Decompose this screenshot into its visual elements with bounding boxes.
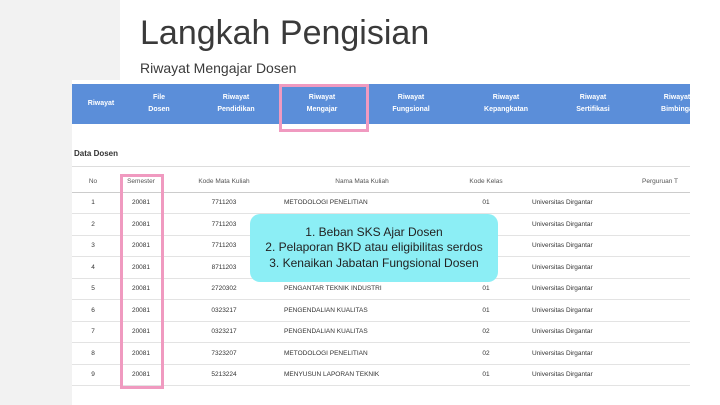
cell-extra	[638, 213, 690, 236]
col-header-kode-kelas: Kode Kelas	[444, 172, 528, 193]
cell-kode-mk: 7323207	[168, 342, 280, 365]
table-row: 8 20081 7323207 METODOLOGI PENELITIAN 02 Univ…	[72, 342, 690, 365]
cell-nama-mk: PENGENDALIAN KUALITAS	[280, 299, 444, 322]
cell-extra	[638, 192, 690, 214]
cell-no: 9	[72, 364, 114, 386]
nav-item-pendidikan[interactable]: Riwayat Pendidikan	[206, 84, 266, 124]
callout-line-3: 3. Kenaikan Jabatan Fungsional Dosen	[269, 255, 479, 270]
cell-perguruan: Universitas Dirgantar	[528, 364, 638, 386]
cell-kode-kelas: 01	[444, 299, 528, 322]
cell-extra	[638, 235, 690, 257]
cell-kode-mk: 0323217	[168, 321, 280, 343]
cell-no: 1	[72, 192, 114, 214]
top-nav-bar: Riwayat File Dosen Riwayat Pendidikan Ri…	[72, 84, 690, 124]
cell-extra	[638, 278, 690, 300]
cell-extra	[638, 321, 690, 343]
table-row: 9 20081 5213224 MENYUSUN LAPORAN TEKNIK 01 Un…	[72, 364, 690, 386]
cell-extra	[638, 256, 690, 279]
cell-kode-mk: 5213224	[168, 364, 280, 386]
table-row: 1 20081 7711203 METODOLOGI PENELITIAN 01 Univ…	[72, 192, 690, 214]
cell-perguruan: Universitas Dirgantar	[528, 321, 638, 343]
nav-item-label: Riwayat	[222, 94, 250, 102]
nav-item-label: File	[152, 94, 166, 102]
cell-no: 6	[72, 299, 114, 322]
section-divider	[72, 166, 690, 167]
nav-item-label-2: Fungsional	[392, 106, 430, 113]
callout-line-1: 1. Beban SKS Ajar Dosen	[305, 224, 443, 239]
table-row: 6 20081 0323217 PENGENDALIAN KUALITAS 01 Univ…	[72, 299, 690, 322]
nav-item-label-2: Dosen	[148, 106, 170, 113]
nav-item-label-2: Sertifikasi	[576, 106, 610, 113]
col-header-no: No	[72, 172, 114, 193]
col-header-nama-mk: Nama Mata Kuliah	[280, 172, 444, 193]
cell-no: 2	[72, 213, 114, 236]
nav-item-label: Riwayat	[397, 94, 425, 102]
cell-perguruan: Universitas Dirgantar	[528, 299, 638, 322]
table-header-row: No Semester Kode Mata Kuliah Nama Mata K…	[72, 172, 690, 193]
cell-perguruan: Universitas Dirgantar	[528, 213, 638, 236]
cell-nama-mk: PENGENDALIAN KUALITAS	[280, 321, 444, 343]
nav-item-label-2: Bimbinga	[661, 106, 690, 113]
nav-item-sertifikasi[interactable]: Riwayat Sertifikasi	[562, 84, 624, 124]
col-header-perguruan: Perguruan T	[638, 172, 690, 193]
nav-highlight-box	[279, 84, 369, 132]
nav-item-label-2: Pendidikan	[217, 106, 255, 113]
nav-item-fungsional[interactable]: Riwayat Fungsional	[380, 84, 442, 124]
cell-extra	[638, 299, 690, 322]
cell-no: 7	[72, 321, 114, 343]
nav-item-kepangkatan[interactable]: Riwayat Kepangkatan	[472, 84, 540, 124]
cell-no: 8	[72, 342, 114, 365]
cell-nama-mk: METODOLOGI PENELITIAN	[280, 342, 444, 365]
callout-line-2: 2. Pelaporan BKD atau eligibilitas serdo…	[265, 240, 483, 255]
cell-no: 4	[72, 256, 114, 279]
callout-box: 1. Beban SKS Ajar Dosen 2. Pelaporan BKD…	[250, 214, 498, 282]
col-header-blank	[528, 172, 638, 193]
cell-extra	[638, 364, 690, 386]
semester-highlight-box	[120, 174, 164, 389]
col-header-kode-mk: Kode Mata Kuliah	[168, 172, 280, 193]
nav-item-label: Riwayat	[492, 94, 520, 102]
cell-perguruan: Universitas Dirgantar	[528, 235, 638, 257]
cell-perguruan: Universitas Dirgantar	[528, 278, 638, 300]
table-row: 7 20081 0323217 PENGENDALIAN KUALITAS 02 Univ…	[72, 321, 690, 343]
nav-item-label: Riwayat	[663, 94, 690, 102]
cell-extra	[638, 342, 690, 365]
slide-title: Langkah Pengisian	[140, 14, 430, 52]
cell-kode-kelas: 01	[444, 192, 528, 214]
section-title: Data Dosen	[74, 149, 119, 158]
cell-kode-kelas: 01	[444, 364, 528, 386]
nav-item-label-2: Kepangkatan	[484, 106, 528, 113]
cell-nama-mk: METODOLOGI PENELITIAN	[280, 192, 444, 214]
cell-kode-mk: 7711203	[168, 192, 280, 214]
cell-no: 3	[72, 235, 114, 257]
cell-perguruan: Universitas Dirgantar	[528, 192, 638, 214]
cell-perguruan: Universitas Dirgantar	[528, 342, 638, 365]
nav-item-bimbingan[interactable]: Riwayat Bimbinga	[652, 84, 690, 124]
cell-no: 5	[72, 278, 114, 300]
nav-item-label: Riwayat	[579, 94, 607, 102]
cell-kode-mk: 0323217	[168, 299, 280, 322]
nav-item-riwayat[interactable]: Riwayat	[78, 84, 124, 124]
nav-item-file-dosen[interactable]: File Dosen	[134, 84, 184, 124]
cell-nama-mk: MENYUSUN LAPORAN TEKNIK	[280, 364, 444, 386]
cell-perguruan: Universitas Dirgantar	[528, 256, 638, 279]
slide-subtitle: Riwayat Mengajar Dosen	[140, 60, 297, 76]
cell-kode-kelas: 02	[444, 321, 528, 343]
cell-kode-kelas: 02	[444, 342, 528, 365]
nav-item-label: Riwayat	[87, 100, 115, 108]
